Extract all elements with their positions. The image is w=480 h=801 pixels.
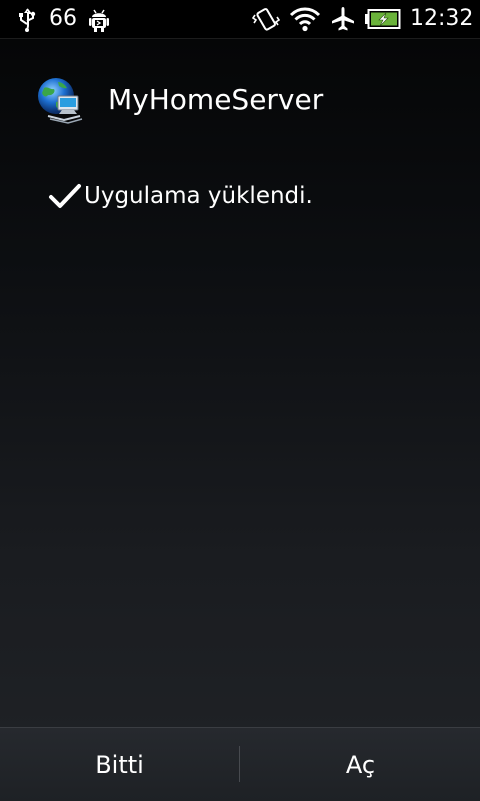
- globe-network-app-icon: [38, 78, 83, 124]
- vibrate-icon: [252, 8, 280, 31]
- status-bar: 66 12:32: [0, 0, 480, 39]
- wifi-icon: [289, 7, 321, 32]
- open-button[interactable]: Aç: [241, 728, 480, 801]
- app-title: MyHomeServer: [108, 83, 324, 116]
- button-divider: [239, 746, 240, 782]
- checkmark-icon: [49, 184, 81, 208]
- bottom-button-bar: Bitti Aç: [0, 727, 480, 801]
- airplane-mode-icon: [332, 7, 354, 31]
- clock: 12:32: [410, 6, 474, 31]
- done-button[interactable]: Bitti: [0, 728, 239, 801]
- notification-count: 66: [49, 6, 77, 31]
- app-header: MyHomeServer: [0, 60, 480, 140]
- install-result-message: Uygulama yüklendi.: [84, 183, 313, 209]
- battery-charging-icon: [365, 9, 401, 29]
- usb-icon: [19, 8, 36, 32]
- android-debug-icon: [89, 9, 109, 32]
